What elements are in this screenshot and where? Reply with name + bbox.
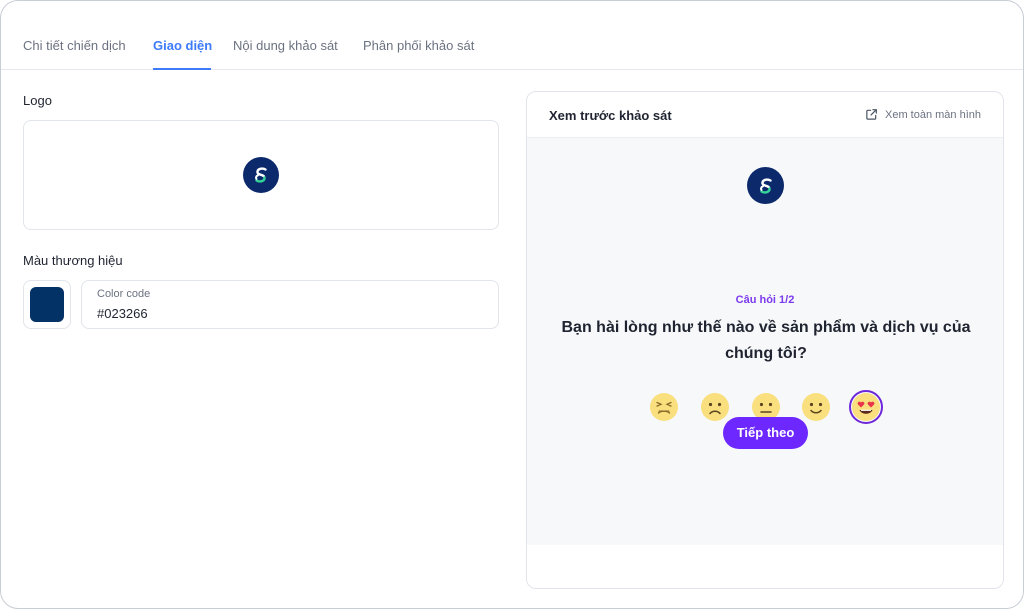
heart-eyes-face-icon[interactable] <box>849 390 883 424</box>
tab-survey-content[interactable]: Nội dung khảo sát <box>233 38 338 70</box>
question-number: Câu hỏi 1/2 <box>735 294 795 306</box>
tired-face-icon[interactable] <box>649 392 679 422</box>
logo-upload-area[interactable] <box>23 120 499 230</box>
slightly-smiling-face-icon[interactable] <box>801 392 831 422</box>
next-button[interactable]: Tiếp theo <box>723 417 808 449</box>
external-link-icon <box>866 109 877 120</box>
tab-survey-distribution[interactable]: Phân phối khảo sát <box>363 38 474 70</box>
color-swatch <box>30 287 64 322</box>
preview-logo-icon <box>747 167 784 204</box>
color-code-field[interactable]: Color code #023266 <box>81 280 499 329</box>
frowning-face-icon[interactable] <box>700 392 730 422</box>
logo-label: Logo <box>23 93 52 108</box>
preview-title: Xem trước khảo sát <box>549 108 672 123</box>
brand-color-label: Màu thương hiệu <box>23 253 123 268</box>
preview-header: Xem trước khảo sát Xem toàn màn hình <box>527 92 1003 138</box>
color-code-label: Color code <box>97 288 151 300</box>
tab-campaign-details[interactable]: Chi tiết chiến dịch <box>23 38 126 70</box>
color-code-value[interactable]: #023266 <box>97 306 148 321</box>
color-swatch-picker[interactable] <box>23 280 71 329</box>
tab-bar: Chi tiết chiến dịch Giao diện Nội dung k… <box>1 1 1023 70</box>
survey-preview-panel: Xem trước khảo sát Xem toàn màn hình Câu… <box>526 91 1004 589</box>
fullscreen-button[interactable]: Xem toàn màn hình <box>865 108 981 121</box>
fullscreen-label: Xem toàn màn hình <box>884 108 981 121</box>
app-window: Chi tiết chiến dịch Giao diện Nội dung k… <box>0 0 1024 609</box>
tab-appearance[interactable]: Giao diện <box>153 38 212 70</box>
question-text: Bạn hài lòng như thế nào về sản phẩm và … <box>561 319 971 362</box>
preview-canvas: Câu hỏi 1/2 Bạn hài lòng như thế nào về … <box>527 138 1003 545</box>
brand-logo-icon <box>243 157 279 193</box>
